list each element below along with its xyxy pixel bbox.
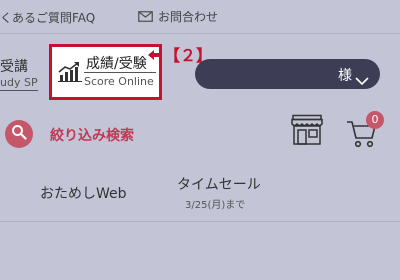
- contact-link[interactable]: お問合わせ: [138, 8, 218, 25]
- study-label: 受講: [0, 59, 28, 75]
- score-divider: [84, 72, 156, 73]
- shop-icon[interactable]: [290, 114, 324, 150]
- score-label: 成績/受験: [86, 56, 147, 72]
- study-link[interactable]: 受講 udy SP: [0, 56, 38, 91]
- tab-trial-web[interactable]: おためしWeb: [40, 183, 127, 203]
- chart-growth-icon: [58, 62, 82, 86]
- time-sale-deadline: 3/25(月)まで: [185, 200, 246, 211]
- faq-link[interactable]: くあるご質問FAQ: [0, 9, 95, 26]
- search-button[interactable]: [5, 120, 33, 148]
- user-menu[interactable]: 様: [195, 59, 380, 89]
- contact-label: お問合わせ: [158, 10, 219, 24]
- filter-search-link[interactable]: 絞り込み検索: [50, 125, 134, 145]
- chevron-down-icon: [355, 70, 369, 89]
- score-online-button[interactable]: 成績/受験 Score Online: [49, 44, 162, 100]
- arrow-left-icon: [148, 45, 162, 64]
- study-sublabel: udy SP: [0, 76, 38, 89]
- user-name: 様: [338, 68, 352, 84]
- divider: [0, 221, 400, 222]
- search-icon: [11, 124, 27, 144]
- mail-icon: [138, 11, 153, 22]
- tab-time-sale[interactable]: タイムセール: [177, 174, 261, 194]
- cart-count-badge: 0: [366, 111, 384, 129]
- score-sublabel: Score Online: [84, 75, 154, 88]
